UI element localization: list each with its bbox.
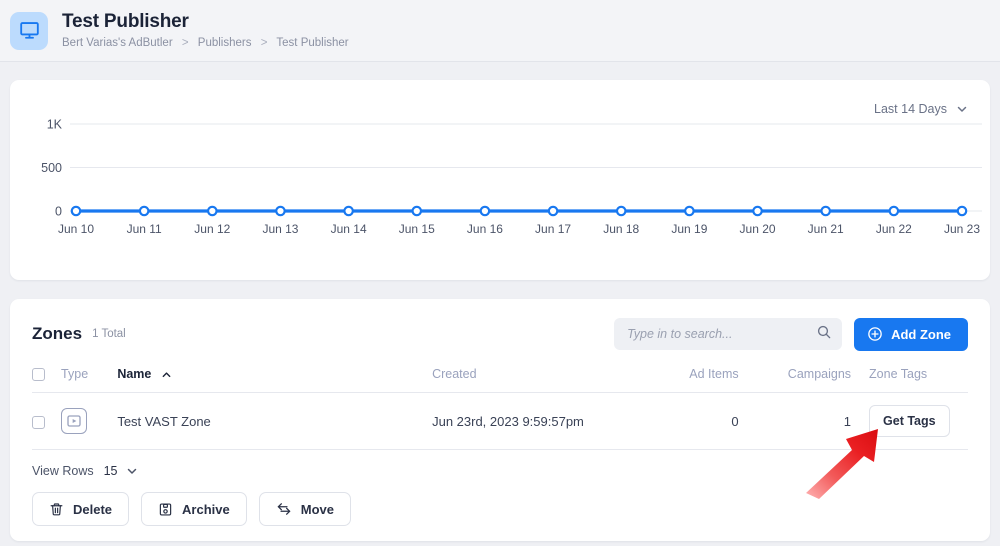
- chart-x-tick-label: Jun 13: [262, 222, 298, 236]
- view-rows-value: 15: [104, 464, 118, 478]
- breadcrumb: Bert Varias's AdButler > Publishers > Te…: [62, 36, 349, 50]
- chart-data-point[interactable]: [617, 207, 625, 215]
- zones-title: Zones: [32, 324, 82, 344]
- row-type-cell: [61, 393, 117, 450]
- chart-x-tick-label: Jun 23: [944, 222, 980, 236]
- page-header: Test Publisher Bert Varias's AdButler > …: [0, 0, 1000, 62]
- delete-button[interactable]: Delete: [32, 492, 129, 526]
- monitor-icon: [10, 12, 48, 50]
- column-header-created[interactable]: Created: [432, 359, 653, 393]
- chart-x-tick-label: Jun 20: [740, 222, 776, 236]
- move-button[interactable]: Move: [259, 492, 351, 526]
- bulk-actions-row: Delete Archive Move: [32, 492, 968, 526]
- zones-card: Zones 1 Total Add Zone: [10, 299, 990, 541]
- add-zone-label: Add Zone: [891, 327, 951, 342]
- row-campaigns: 1: [761, 393, 869, 450]
- chart-x-tick-label: Jun 21: [808, 222, 844, 236]
- video-zone-icon: [61, 408, 87, 434]
- chevron-up-icon[interactable]: [161, 369, 172, 380]
- column-header-campaigns[interactable]: Campaigns: [761, 359, 869, 393]
- chart-x-tick-label: Jun 17: [535, 222, 571, 236]
- chart-x-tick-label: Jun 22: [876, 222, 912, 236]
- view-rows-label: View Rows: [32, 464, 94, 478]
- search-icon[interactable]: [816, 324, 832, 345]
- column-header-type[interactable]: Type: [61, 359, 117, 393]
- chart-data-point[interactable]: [685, 207, 693, 215]
- chart-x-tick-label: Jun 19: [671, 222, 707, 236]
- chart-y-tick-label: 500: [41, 161, 62, 175]
- chart-data-point[interactable]: [208, 207, 216, 215]
- chart-x-tick-label: Jun 12: [194, 222, 230, 236]
- archive-label: Archive: [182, 502, 230, 517]
- zones-toolbar: Zones 1 Total Add Zone: [32, 317, 968, 351]
- table-header-row: Type Name Created Ad Items Campaigns Zon…: [32, 359, 968, 393]
- archive-icon: [158, 502, 173, 517]
- select-all-header: [32, 359, 61, 393]
- zones-table: Type Name Created Ad Items Campaigns Zon…: [32, 359, 968, 450]
- row-name[interactable]: Test VAST Zone: [117, 393, 432, 450]
- search-input[interactable]: [627, 327, 816, 341]
- chart-data-point[interactable]: [72, 207, 80, 215]
- row-ad-items: 0: [653, 393, 761, 450]
- row-created: Jun 23rd, 2023 9:59:57pm: [432, 393, 653, 450]
- chart-data-point[interactable]: [140, 207, 148, 215]
- chart-x-tick-label: Jun 15: [399, 222, 435, 236]
- impressions-line-chart: 0 500 1K Jun 10 Jun 11 Jun 12 Jun 13 Jun 14 Jun …: [10, 80, 990, 280]
- chart-x-tick-label: Jun 14: [331, 222, 367, 236]
- column-header-ad-items[interactable]: Ad Items: [653, 359, 761, 393]
- chart-data-point[interactable]: [344, 207, 352, 215]
- select-all-checkbox[interactable]: [32, 368, 45, 381]
- move-arrows-icon: [276, 501, 292, 517]
- get-tags-button[interactable]: Get Tags: [869, 405, 950, 437]
- breadcrumb-item-publishers[interactable]: Publishers: [198, 37, 252, 49]
- breadcrumb-separator: >: [261, 37, 268, 49]
- chart-svg: 0 500 1K Jun 10 Jun 11 Jun 12 Jun 13 Jun 14 Jun …: [10, 80, 990, 280]
- chart-data-point[interactable]: [276, 207, 284, 215]
- chart-x-tick-label: Jun 11: [127, 222, 162, 236]
- chart-data-point[interactable]: [890, 207, 898, 215]
- chart-x-tick-label: Jun 18: [603, 222, 639, 236]
- chart-data-point[interactable]: [753, 207, 761, 215]
- chart-x-tick-label: Jun 10: [58, 222, 94, 236]
- chart-y-tick-label: 0: [55, 205, 62, 219]
- archive-button[interactable]: Archive: [141, 492, 247, 526]
- table-row[interactable]: Test VAST Zone Jun 23rd, 2023 9:59:57pm …: [32, 393, 968, 450]
- chart-y-tick-label: 1K: [47, 118, 63, 132]
- chevron-down-icon[interactable]: [126, 465, 138, 477]
- row-zone-tags-cell: Get Tags: [869, 393, 968, 450]
- column-header-name[interactable]: Name: [117, 359, 432, 393]
- column-header-name-label: Name: [117, 367, 151, 381]
- search-box[interactable]: [614, 318, 842, 350]
- breadcrumb-item-current: Test Publisher: [276, 37, 348, 49]
- chart-data-point[interactable]: [821, 207, 829, 215]
- breadcrumb-separator: >: [182, 37, 189, 49]
- chart-data-point[interactable]: [549, 207, 557, 215]
- zones-total-count: 1 Total: [92, 328, 126, 340]
- column-header-zone-tags[interactable]: Zone Tags: [869, 359, 968, 393]
- page-title: Test Publisher: [62, 11, 349, 33]
- chart-data-point[interactable]: [958, 207, 966, 215]
- breadcrumb-item-account[interactable]: Bert Varias's AdButler: [62, 37, 173, 49]
- row-select-cell: [32, 393, 61, 450]
- view-rows-control[interactable]: View Rows 15: [32, 464, 968, 478]
- chart-x-tick-label: Jun 16: [467, 222, 503, 236]
- chart-data-point[interactable]: [413, 207, 421, 215]
- trash-icon: [49, 502, 64, 517]
- row-checkbox[interactable]: [32, 416, 45, 429]
- add-zone-button[interactable]: Add Zone: [854, 318, 968, 351]
- chart-data-point[interactable]: [481, 207, 489, 215]
- plus-circle-icon: [867, 326, 883, 342]
- move-label: Move: [301, 502, 334, 517]
- analytics-chart-card: Last 14 Days 05001KJun 10Jun 11Jun 12Jun…: [10, 80, 990, 280]
- delete-label: Delete: [73, 502, 112, 517]
